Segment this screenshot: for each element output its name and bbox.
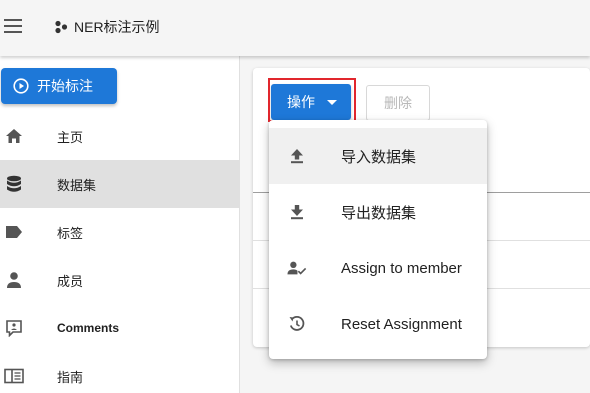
menu-item-label: 导入数据集 <box>341 148 417 166</box>
start-annotation-label: 开始标注 <box>37 78 93 94</box>
caret-down-icon <box>327 99 337 105</box>
actions-menu: 导入数据集 导出数据集 Assign to member Reset Assig… <box>269 120 487 359</box>
menu-item-label: Assign to member <box>341 259 462 277</box>
database-icon <box>4 174 24 194</box>
logo-icon <box>55 20 68 34</box>
menu-item-assign-to-member[interactable]: Assign to member <box>269 240 487 296</box>
sidebar-item-label: 主页 <box>57 129 84 145</box>
menu-item-reset-assignment[interactable]: Reset Assignment <box>269 296 487 352</box>
sidebar-item-label: 成员 <box>57 273 84 289</box>
person-check-icon <box>287 258 307 278</box>
person-icon <box>4 270 24 290</box>
sidebar-item-label: Comments <box>57 321 120 335</box>
sidebar-item-label: 标签 <box>57 225 84 241</box>
download-icon <box>287 202 307 222</box>
play-circle-icon <box>13 78 29 94</box>
app-title: NER标注示例 <box>74 19 160 35</box>
actions-label: 操作 <box>287 94 315 110</box>
actions-dropdown-button[interactable]: 操作 <box>271 84 351 120</box>
menu-item-label: 导出数据集 <box>341 204 417 222</box>
sidebar-item-guidelines[interactable]: 指南 <box>0 352 240 393</box>
sidebar-item-members[interactable]: 成员 <box>0 256 240 304</box>
upload-icon <box>287 146 307 166</box>
sidebar-item-home[interactable]: 主页 <box>0 112 240 160</box>
sidebar-item-labels[interactable]: 标签 <box>0 208 240 256</box>
menu-icon[interactable] <box>4 16 24 36</box>
sidebar: 开始标注 主页 数据集 标签 成员 Comments 指南 <box>0 56 240 393</box>
menu-item-import-dataset[interactable]: 导入数据集 <box>269 128 487 184</box>
sidebar-item-label: 指南 <box>57 369 84 385</box>
start-annotation-button[interactable]: 开始标注 <box>1 68 117 104</box>
label-icon <box>4 222 24 242</box>
app-bar: NER标注示例 <box>0 0 590 56</box>
sidebar-item-comments[interactable]: Comments <box>0 304 240 352</box>
menu-item-export-dataset[interactable]: 导出数据集 <box>269 184 487 240</box>
comment-icon <box>4 318 24 338</box>
sidebar-item-datasets[interactable]: 数据集 <box>0 160 240 208</box>
home-icon <box>4 126 24 146</box>
book-icon <box>4 366 24 386</box>
sidebar-item-label: 数据集 <box>57 177 97 193</box>
reset-icon <box>287 314 307 334</box>
delete-button[interactable]: 删除 <box>366 85 430 121</box>
app-brand[interactable]: NER标注示例 <box>54 17 160 37</box>
delete-label: 删除 <box>384 95 412 111</box>
menu-item-label: Reset Assignment <box>341 315 462 333</box>
